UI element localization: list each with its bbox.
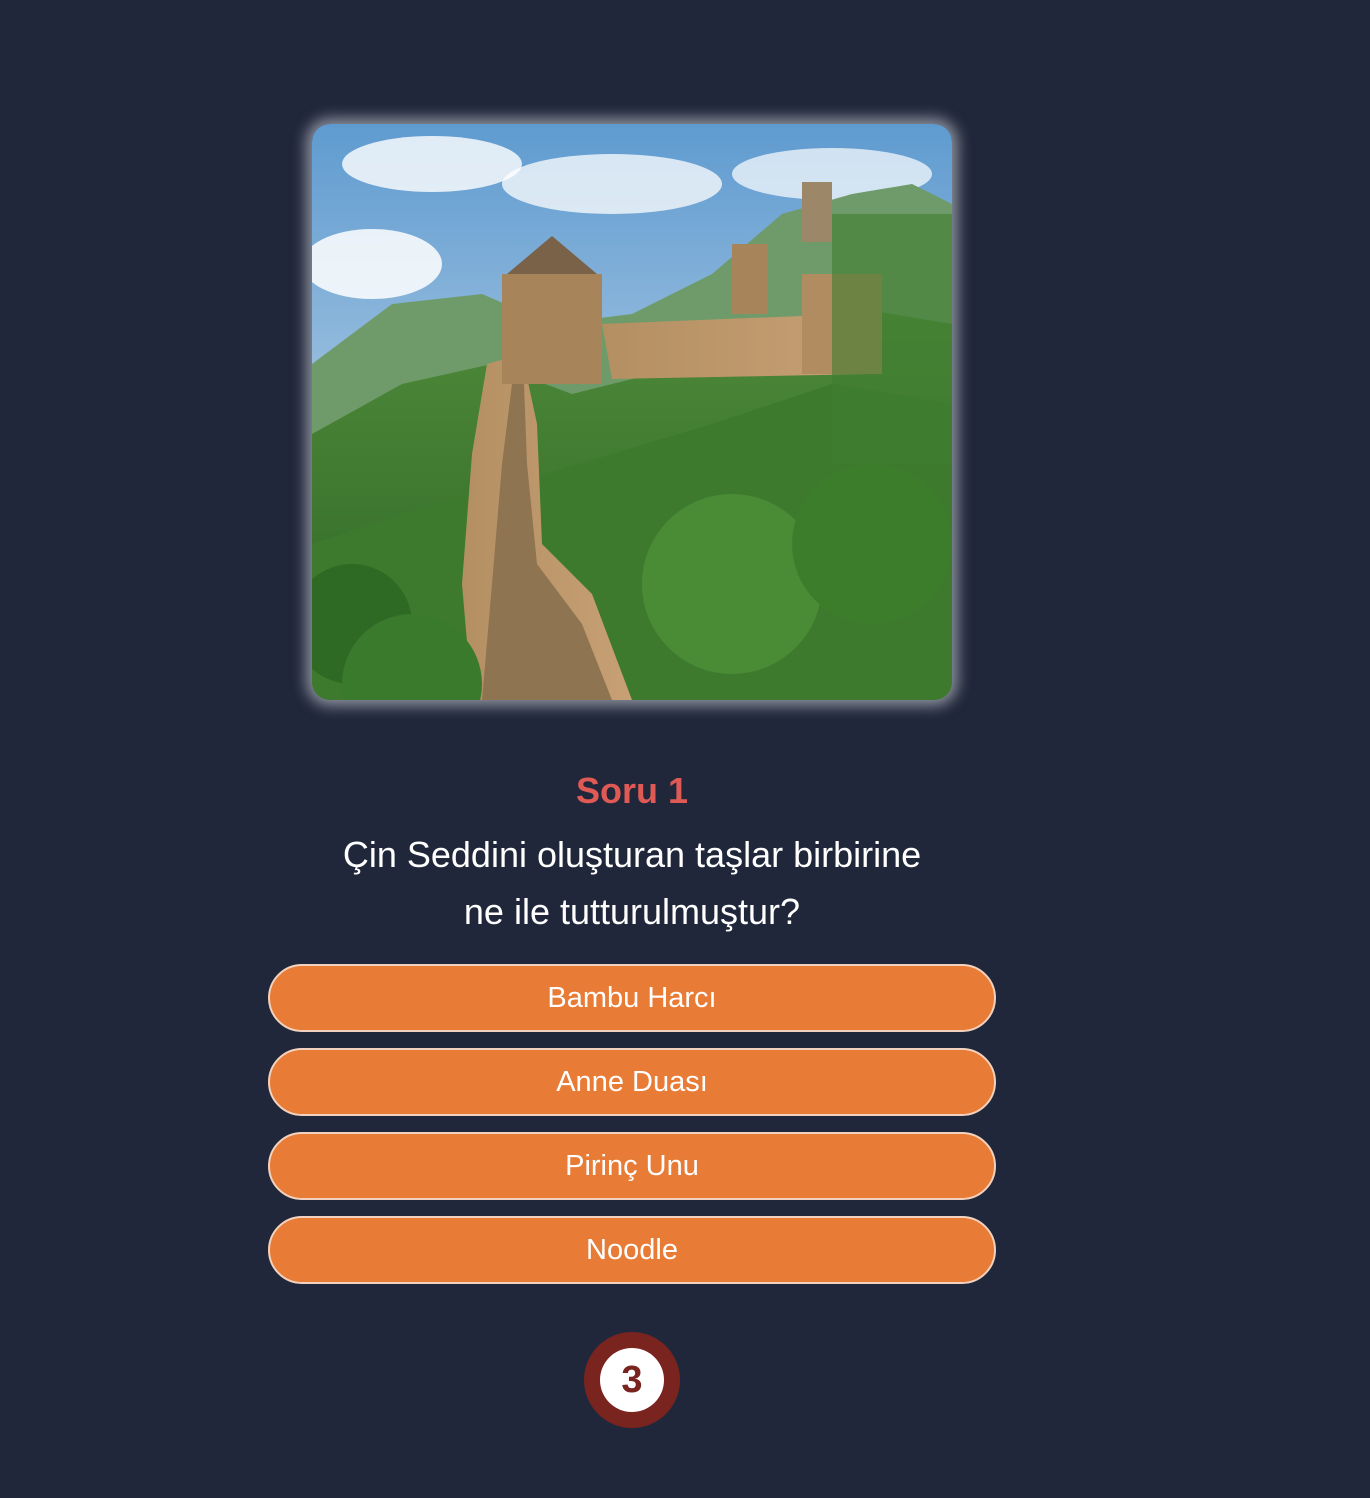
- great-wall-photo: [312, 124, 952, 700]
- question-text: Çin Seddini oluşturan taşlar birbirine n…: [342, 834, 922, 932]
- answer-button-1[interactable]: Bambu Harcı: [268, 964, 996, 1032]
- countdown-value: 3: [600, 1348, 664, 1412]
- answer-list: Bambu Harcı Anne Duası Pirinç Unu Noodle: [268, 964, 996, 1300]
- answer-button-3[interactable]: Pirinç Unu: [268, 1132, 996, 1200]
- question-number: Soru 1: [575, 770, 689, 811]
- countdown-timer: 3: [584, 1332, 680, 1428]
- quiz-page: Soru 1 Çin Seddini oluşturan taşlar birb…: [0, 0, 1370, 1498]
- answer-button-4[interactable]: Noodle: [268, 1216, 996, 1284]
- answer-button-2[interactable]: Anne Duası: [268, 1048, 996, 1116]
